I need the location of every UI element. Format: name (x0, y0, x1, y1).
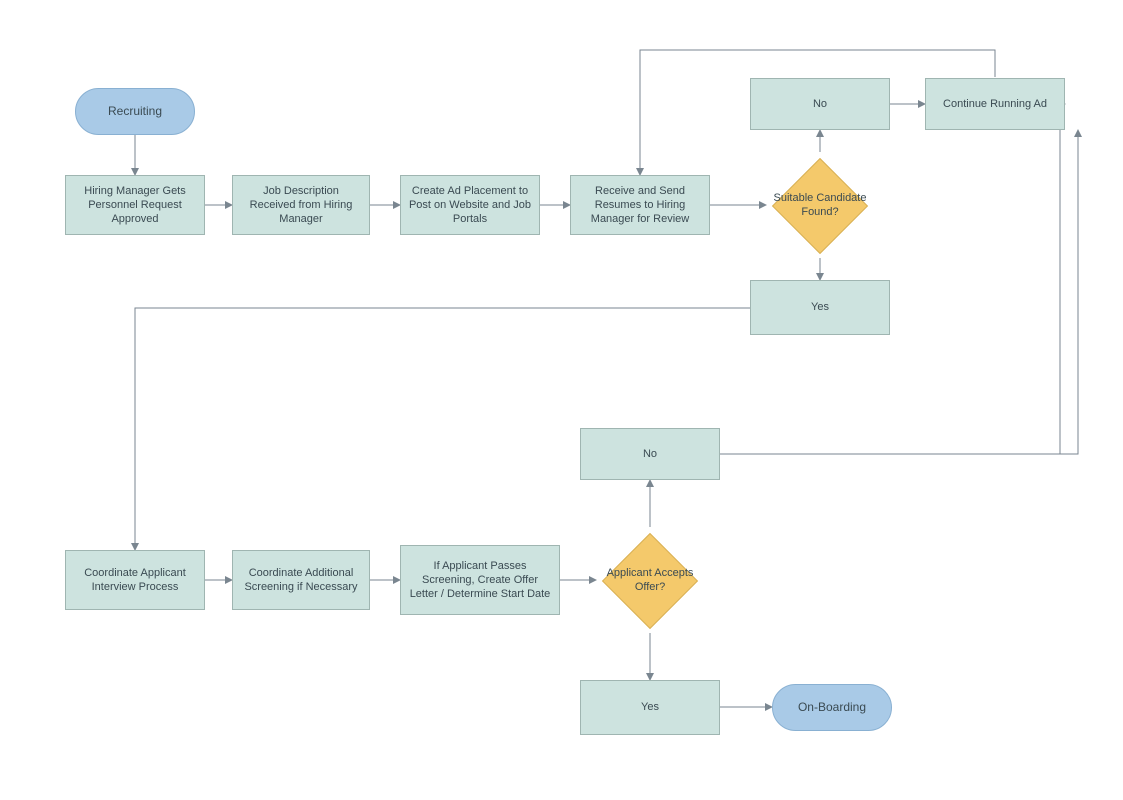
node-label: Job Description Received from Hiring Man… (239, 184, 363, 227)
node-label: No (643, 447, 657, 461)
process-d1-no: No (750, 78, 890, 130)
process-p1: Hiring Manager Gets Personnel Request Ap… (65, 175, 205, 235)
node-label: Yes (811, 300, 829, 314)
decision-d1: Suitable Candidate Found? (772, 158, 868, 254)
decision-d2: Applicant Accepts Offer? (602, 533, 698, 629)
terminator-start: Recruiting (75, 88, 195, 135)
node-label: Applicant Accepts Offer? (602, 567, 698, 595)
node-label: Suitable Candidate Found? (772, 192, 868, 220)
node-label: Hiring Manager Gets Personnel Request Ap… (72, 184, 198, 227)
process-d2-no: No (580, 428, 720, 480)
process-p6: Coordinate Additional Screening if Neces… (232, 550, 370, 610)
node-label: Coordinate Applicant Interview Process (72, 566, 198, 595)
process-p5: Coordinate Applicant Interview Process (65, 550, 205, 610)
node-label: On-Boarding (798, 700, 866, 716)
process-d2-yes: Yes (580, 680, 720, 735)
node-label: Coordinate Additional Screening if Neces… (239, 566, 363, 595)
process-p2: Job Description Received from Hiring Man… (232, 175, 370, 235)
node-label: No (813, 97, 827, 111)
process-continue-ad: Continue Running Ad (925, 78, 1065, 130)
node-label: Yes (641, 700, 659, 714)
process-p4: Receive and Send Resumes to Hiring Manag… (570, 175, 710, 235)
terminator-end: On-Boarding (772, 684, 892, 731)
node-label: Receive and Send Resumes to Hiring Manag… (577, 184, 703, 227)
node-label: If Applicant Passes Screening, Create Of… (407, 559, 553, 602)
process-p3: Create Ad Placement to Post on Website a… (400, 175, 540, 235)
node-label: Recruiting (108, 104, 162, 120)
node-label: Continue Running Ad (943, 97, 1047, 111)
process-d1-yes: Yes (750, 280, 890, 335)
node-label: Create Ad Placement to Post on Website a… (407, 184, 533, 227)
process-p7: If Applicant Passes Screening, Create Of… (400, 545, 560, 615)
